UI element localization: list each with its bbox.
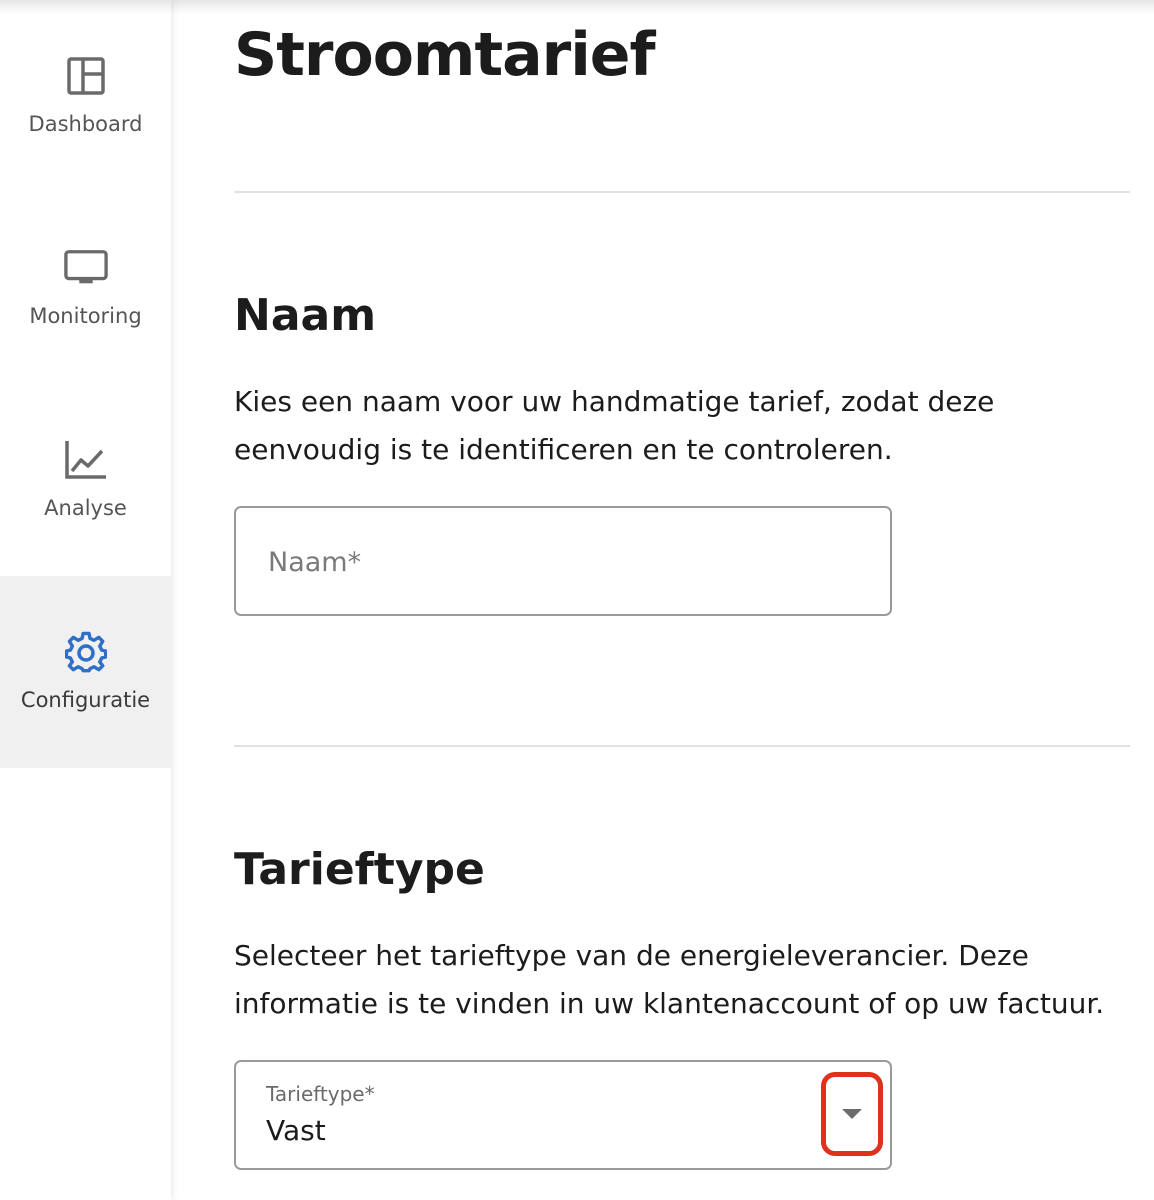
sidebar-item-label: Configuratie <box>20 688 151 712</box>
chevron-down-icon <box>842 1109 862 1119</box>
tarieftype-section-description: Selecteer het tarieftype van de energiel… <box>234 939 1105 1020</box>
sidebar: Dashboard Monitoring Analyse Configurati… <box>0 0 171 1200</box>
sidebar-item-label: Monitoring <box>29 304 142 328</box>
sidebar-item-analyse[interactable]: Analyse <box>0 384 171 576</box>
top-shadow <box>0 0 1154 14</box>
name-field[interactable] <box>234 506 892 616</box>
tarieftype-section-title: Tarieftype <box>234 844 485 895</box>
sidebar-item-label: Dashboard <box>28 112 143 136</box>
sidebar-item-label: Analyse <box>44 496 127 520</box>
sidebar-item-configuratie[interactable]: Configuratie <box>0 576 171 768</box>
chart-line-icon <box>64 438 108 482</box>
dashboard-icon <box>64 54 108 98</box>
name-input[interactable] <box>266 538 860 586</box>
sidebar-item-monitoring[interactable]: Monitoring <box>0 192 171 384</box>
tarieftype-select-value: Vast <box>266 1114 326 1147</box>
divider <box>234 191 1130 193</box>
divider <box>234 745 1130 747</box>
tarieftype-select-label: Tarieftype* <box>266 1082 375 1106</box>
gear-icon <box>64 630 108 674</box>
dropdown-toggle-highlight[interactable] <box>821 1072 883 1156</box>
main-content: Stroomtarief Naam Kies een naam voor uw … <box>234 0 1130 1200</box>
monitor-icon <box>63 246 108 290</box>
sidebar-item-dashboard[interactable]: Dashboard <box>0 0 171 192</box>
page-title: Stroomtarief <box>234 20 656 90</box>
naam-section-title: Naam <box>234 290 377 341</box>
naam-section-description: Kies een naam voor uw handmatige tarief,… <box>234 385 995 466</box>
tarieftype-select[interactable]: Tarieftype* Vast <box>234 1060 892 1170</box>
